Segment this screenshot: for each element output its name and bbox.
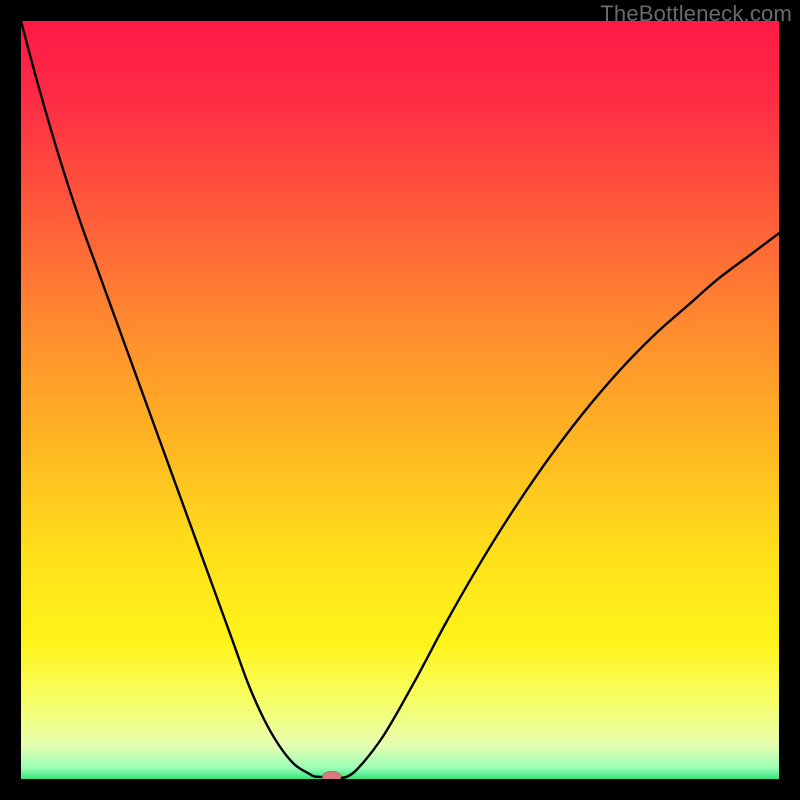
minimum-marker — [323, 771, 341, 779]
chart-frame — [21, 21, 779, 779]
watermark-text: TheBottleneck.com — [600, 1, 792, 27]
bottleneck-chart — [21, 21, 779, 779]
gradient-background — [21, 21, 779, 779]
